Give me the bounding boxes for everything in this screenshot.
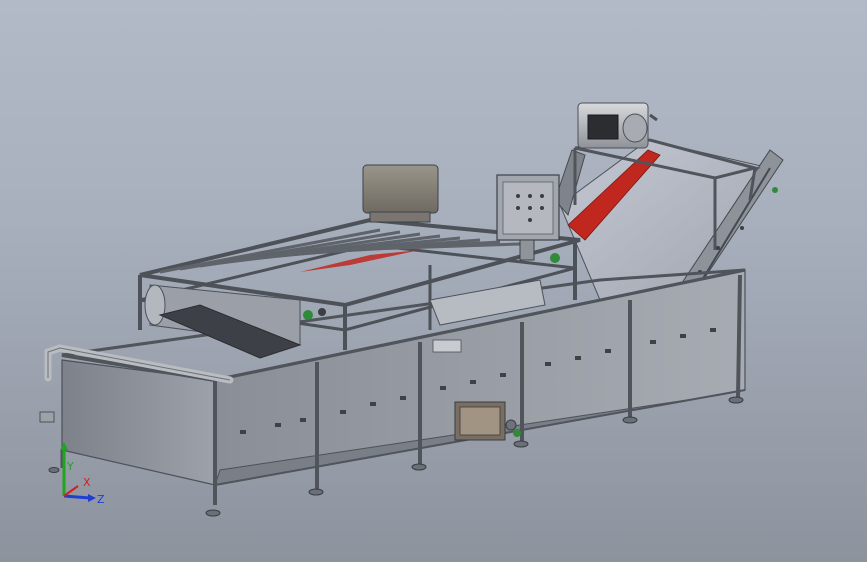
- x-axis-line: [63, 485, 79, 497]
- z-axis-label: Z: [97, 493, 105, 506]
- z-axis-arrow: [88, 494, 96, 502]
- y-axis-label: Y: [66, 460, 74, 473]
- z-axis-line: [63, 494, 91, 500]
- x-axis-label: X: [83, 476, 91, 489]
- washing-machine-model[interactable]: [0, 0, 867, 562]
- incline-motor[interactable]: [577, 102, 658, 149]
- cad-viewport[interactable]: X Y Z: [0, 0, 867, 562]
- drive-motor[interactable]: [362, 164, 439, 223]
- y-axis-arrow: [60, 442, 68, 450]
- axis-triad: X Y Z: [60, 442, 105, 506]
